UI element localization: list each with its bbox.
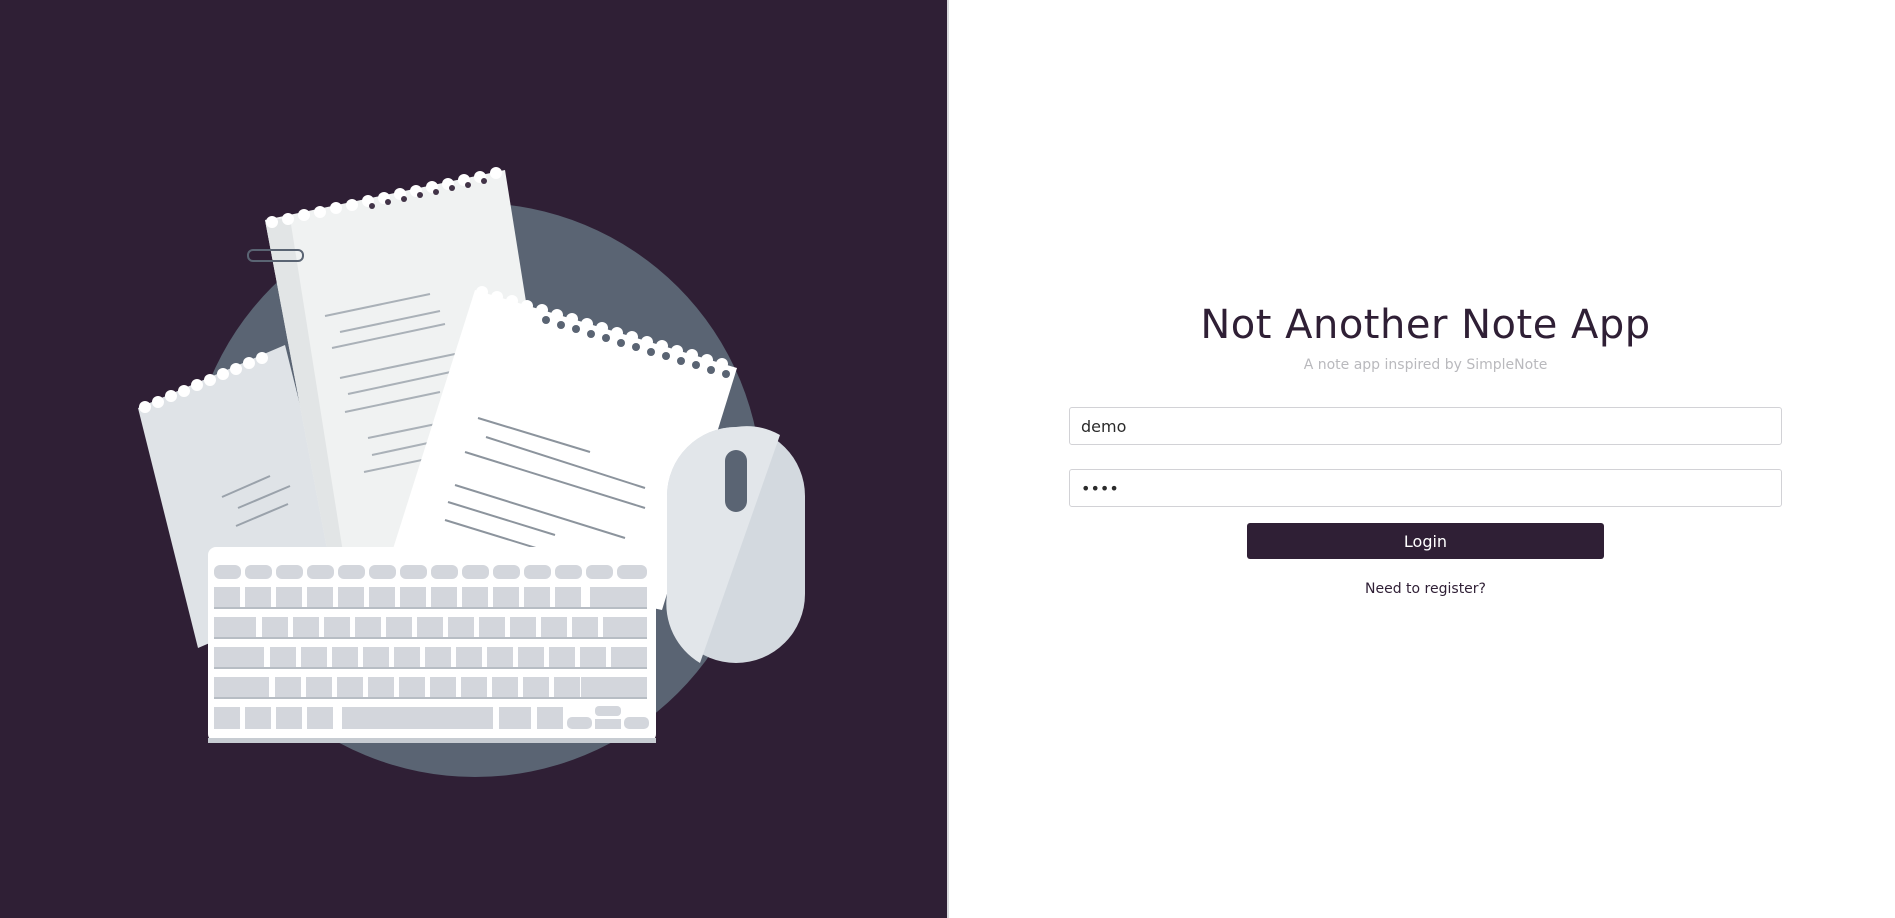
mouse-icon: [666, 426, 805, 663]
password-input[interactable]: [1069, 469, 1782, 507]
login-form: Not Another Note App A note app inspired…: [1069, 300, 1782, 597]
register-link[interactable]: Need to register?: [1365, 581, 1486, 597]
app-subtitle: A note app inspired by SimpleNote: [1303, 357, 1548, 373]
illustration-panel: [0, 0, 947, 918]
username-input[interactable]: [1069, 407, 1782, 445]
login-button[interactable]: Login: [1247, 523, 1604, 559]
notes-keyboard-mouse-illustration: [138, 167, 805, 777]
keyboard-icon: [208, 547, 656, 743]
login-page: Not Another Note App A note app inspired…: [0, 0, 1895, 918]
login-panel: Not Another Note App A note app inspired…: [949, 0, 1895, 918]
app-title: Not Another Note App: [1200, 302, 1651, 348]
